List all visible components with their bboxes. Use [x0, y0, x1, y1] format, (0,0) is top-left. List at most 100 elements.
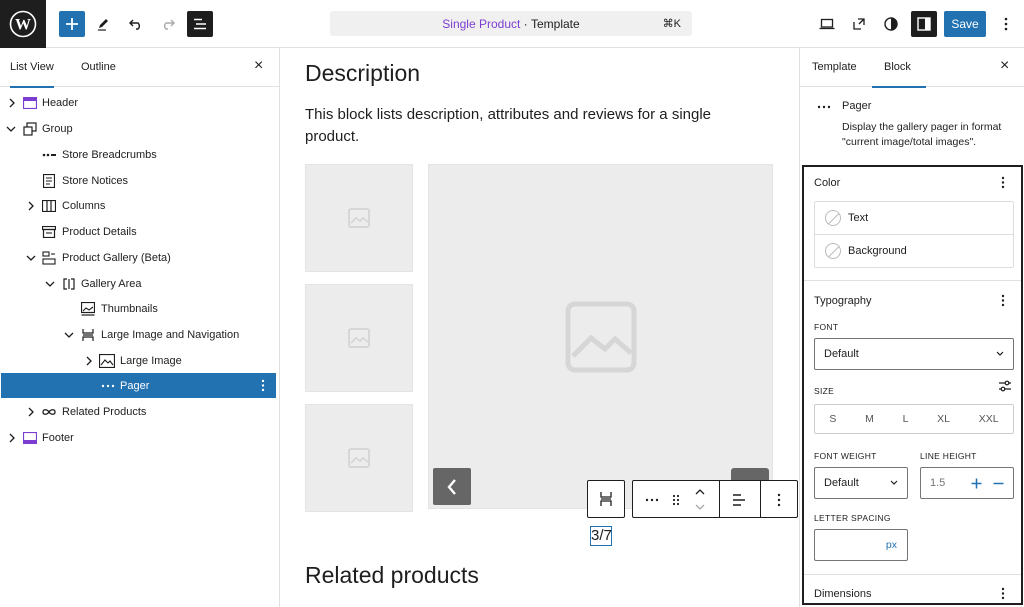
chevron-right-icon[interactable]	[7, 433, 17, 443]
size-option-s[interactable]: S	[829, 413, 836, 425]
block-parent-selector[interactable]	[587, 480, 625, 518]
template-type: Template	[531, 16, 580, 31]
dimensions-panel-title[interactable]: Dimensions	[814, 588, 871, 600]
list-item-label: Group	[42, 122, 73, 135]
chevron-down-icon[interactable]	[6, 124, 16, 134]
font-weight-label: FONT WEIGHT	[814, 451, 877, 461]
text-color-control[interactable]: Text	[815, 202, 1013, 235]
dimensions-options-kebab-icon[interactable]	[1001, 587, 1005, 600]
chevron-down-icon[interactable]	[26, 253, 36, 263]
list-item-pager[interactable]: Pager	[1, 373, 276, 398]
tab-template[interactable]: Template	[812, 48, 857, 87]
size-option-xl[interactable]: XL	[937, 413, 950, 425]
block-options-kebab-icon[interactable]	[777, 493, 781, 507]
description-heading[interactable]: Description	[305, 60, 420, 87]
save-button[interactable]: Save	[944, 11, 986, 37]
options-kebab-icon[interactable]	[992, 10, 1020, 38]
tab-block[interactable]: Block	[872, 48, 926, 88]
toolbar-divider	[719, 481, 720, 517]
section-divider	[804, 574, 1021, 575]
pager-icon[interactable]	[645, 498, 659, 502]
related-products-heading[interactable]: Related products	[305, 562, 479, 589]
thumbnail-placeholder[interactable]	[305, 404, 413, 512]
large-image-placeholder[interactable]	[428, 164, 773, 509]
close-list-view-icon[interactable]: ×	[254, 57, 263, 75]
letter-spacing-input[interactable]: px	[814, 529, 908, 561]
list-item-store-notices[interactable]: Store Notices	[0, 168, 280, 193]
thumbnail-placeholder[interactable]	[305, 284, 413, 392]
chevron-down-icon[interactable]	[64, 330, 74, 340]
list-item-thumbnails[interactable]: Thumbnails	[0, 296, 280, 321]
text-color-swatch	[825, 210, 841, 226]
list-item-store-breadcrumbs[interactable]: Store Breadcrumbs	[0, 142, 280, 167]
typography-options-kebab-icon[interactable]	[1001, 294, 1005, 307]
font-weight-select[interactable]: Default	[814, 467, 908, 499]
list-item-gallery-area[interactable]: Gallery Area	[0, 271, 280, 296]
chevron-right-icon[interactable]	[26, 407, 36, 417]
redo-icon[interactable]	[154, 10, 182, 38]
align-left-icon[interactable]	[732, 493, 746, 507]
desktop-preview-icon[interactable]	[813, 10, 841, 38]
drag-handle-icon[interactable]	[672, 494, 680, 506]
styles-contrast-icon[interactable]	[877, 10, 905, 38]
list-item-large-image-navigation[interactable]: Large Image and Navigation	[0, 322, 280, 347]
list-item-product-details[interactable]: Product Details	[0, 219, 280, 244]
tab-outline[interactable]: Outline	[81, 48, 116, 87]
pager-icon	[817, 105, 831, 109]
item-options-kebab-icon[interactable]	[261, 379, 265, 392]
typography-panel-title[interactable]: Typography	[814, 295, 871, 307]
list-item-related-products[interactable]: Related Products	[0, 399, 280, 424]
product-details-icon	[41, 224, 57, 240]
settings-sidebar-toggle[interactable]	[911, 11, 937, 37]
chevron-right-icon[interactable]	[84, 356, 94, 366]
list-view-toggle[interactable]	[187, 11, 213, 37]
list-item-product-gallery[interactable]: Product Gallery (Beta)	[0, 245, 280, 270]
pager-value[interactable]: 3/7	[590, 526, 612, 546]
external-link-icon[interactable]	[845, 10, 873, 38]
color-panel-title[interactable]: Color	[814, 177, 840, 189]
image-placeholder-icon	[565, 301, 636, 372]
size-option-xxl[interactable]: XXL	[979, 413, 999, 425]
pager-icon	[100, 378, 116, 394]
size-option-l[interactable]: L	[903, 413, 909, 425]
sidebar-tabs: Template Block ×	[800, 48, 1024, 88]
chevron-down-icon[interactable]	[45, 279, 55, 289]
tools-pencil-icon[interactable]	[89, 10, 117, 38]
list-item-label: Pager	[120, 379, 150, 392]
line-height-control[interactable]: 1.5	[920, 467, 1014, 499]
previous-image-button[interactable]	[433, 468, 471, 505]
undo-icon[interactable]	[122, 10, 150, 38]
list-item-group[interactable]: Group	[0, 116, 280, 141]
move-up-icon[interactable]	[694, 488, 706, 496]
add-block-button[interactable]	[59, 11, 85, 37]
chevron-right-icon[interactable]	[7, 98, 17, 108]
command-palette[interactable]: Single Product · Template ⌘K	[330, 11, 692, 36]
gallery-icon	[41, 250, 57, 266]
thumbnail-placeholder[interactable]	[305, 164, 413, 272]
description-text[interactable]: This block lists description, attributes…	[305, 104, 745, 148]
chevron-right-icon[interactable]	[26, 201, 36, 211]
chevron-down-icon	[890, 480, 898, 485]
wordpress-logo[interactable]: W	[0, 0, 46, 48]
close-sidebar-icon[interactable]: ×	[1000, 57, 1009, 75]
background-color-control[interactable]: Background	[815, 235, 1013, 268]
letter-spacing-unit[interactable]: px	[886, 539, 897, 551]
color-options-kebab-icon[interactable]	[1001, 176, 1005, 189]
tab-list-view[interactable]: List View	[10, 48, 54, 88]
list-item-header[interactable]: Header	[0, 90, 280, 115]
block-description: Display the gallery pager in format "cur…	[842, 121, 1002, 148]
list-item-label: Gallery Area	[81, 277, 142, 290]
size-option-m[interactable]: M	[865, 413, 874, 425]
background-color-label: Background	[848, 245, 907, 257]
list-item-large-image[interactable]: Large Image	[0, 348, 280, 373]
move-down-icon[interactable]	[694, 503, 706, 511]
list-item-footer[interactable]: Footer	[0, 425, 280, 450]
font-weight-value: Default	[824, 477, 859, 489]
decrement-icon[interactable]	[993, 478, 1004, 489]
custom-size-settings-icon[interactable]	[998, 380, 1012, 392]
list-item-label: Related Products	[62, 405, 147, 418]
list-item-columns[interactable]: Columns	[0, 193, 280, 218]
increment-icon[interactable]	[971, 478, 982, 489]
text-color-label: Text	[848, 212, 869, 224]
font-family-select[interactable]: Default	[814, 338, 1014, 370]
